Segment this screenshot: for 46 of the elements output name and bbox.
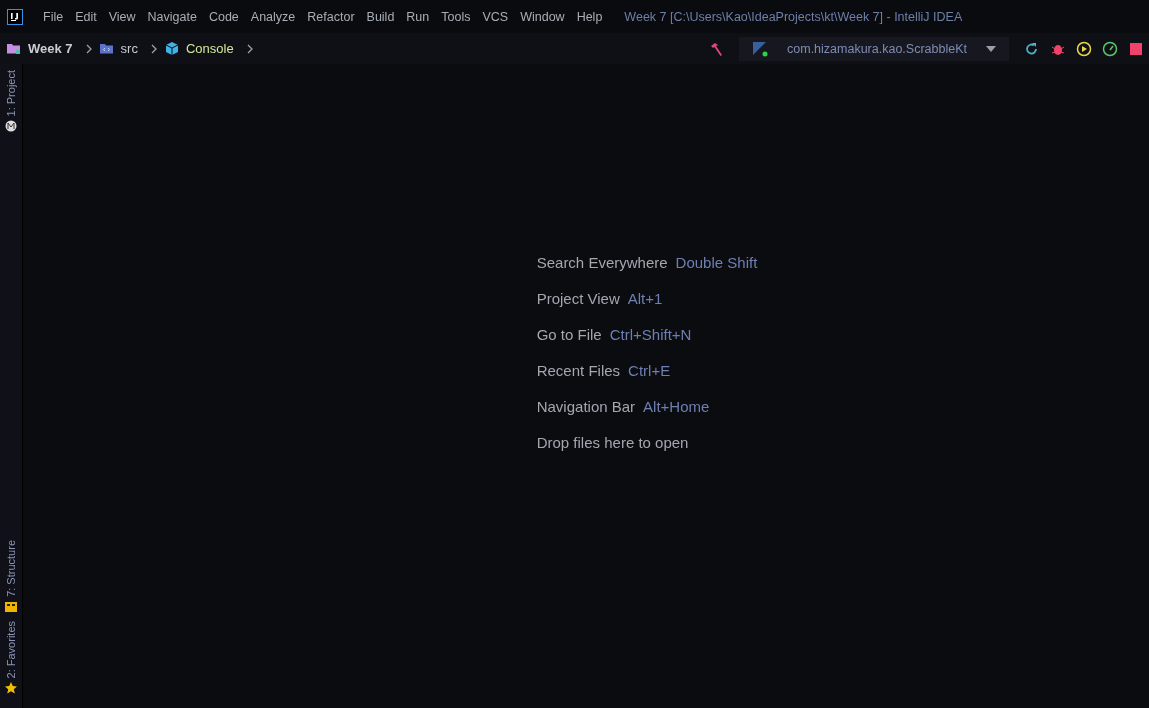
shortcut-label: Alt+Home bbox=[643, 397, 710, 415]
tool-window-tab[interactable]: 1: Project bbox=[5, 70, 17, 117]
menu-item[interactable]: Tools bbox=[435, 9, 477, 24]
star-icon bbox=[5, 682, 17, 694]
hint-action: Drop files here to open bbox=[536, 433, 689, 451]
hint-action: Search Everywhere bbox=[536, 253, 668, 271]
profiler-icon[interactable] bbox=[1102, 40, 1118, 57]
window-title: Week 7 [C:\Users\Kao\IdeaProjects\kt\Week 7] - IntelliJ IDEA bbox=[624, 9, 963, 24]
shortcut-label: Ctrl+Shift+N bbox=[609, 325, 692, 343]
chevron-icon bbox=[84, 43, 93, 54]
stop-icon[interactable] bbox=[1128, 40, 1144, 57]
menu-item[interactable]: Window bbox=[514, 9, 571, 24]
chevron-icon bbox=[149, 43, 158, 54]
hint-action: Go to File bbox=[536, 325, 602, 343]
tool-window-tab[interactable]: 7: Structure bbox=[5, 539, 17, 597]
menu-item[interactable]: Run bbox=[400, 9, 436, 24]
structure-icon bbox=[5, 600, 17, 613]
run-configuration-dropdown[interactable]: com.hizamakura.kao.ScrabbleKt bbox=[739, 36, 1009, 61]
menu-item[interactable]: Edit bbox=[69, 9, 103, 24]
menu-item[interactable]: Build bbox=[360, 9, 401, 24]
shortcut-label: Ctrl+E bbox=[628, 361, 671, 379]
menu-item[interactable]: Navigate bbox=[141, 9, 203, 24]
menu-item[interactable]: File bbox=[37, 9, 70, 24]
menu-item[interactable]: Analyze bbox=[244, 9, 302, 24]
dropdown-caret-icon bbox=[986, 45, 996, 52]
menu-item[interactable]: Code bbox=[202, 9, 245, 24]
project-icon bbox=[5, 120, 17, 133]
ij-icon bbox=[10, 12, 20, 21]
breadcrumb-item[interactable]: src bbox=[120, 41, 138, 56]
run-coverage-icon[interactable] bbox=[1076, 40, 1092, 57]
hint-action: Recent Files bbox=[536, 361, 621, 379]
menu-item[interactable]: View bbox=[102, 9, 142, 24]
menu-item[interactable]: Refactor bbox=[301, 9, 361, 24]
kotlin-icon bbox=[752, 40, 768, 57]
hint-action: Project View bbox=[536, 289, 620, 307]
module-cube-icon bbox=[163, 40, 180, 57]
hint-action: Navigation Bar bbox=[536, 397, 636, 415]
tool-window-tab[interactable]: 2: Favorites bbox=[5, 620, 17, 678]
shortcut-label: Double Shift bbox=[675, 253, 758, 271]
rerun-icon[interactable] bbox=[1024, 40, 1040, 57]
menu-item[interactable]: VCS bbox=[476, 9, 515, 24]
chevron-icon bbox=[245, 43, 254, 54]
breadcrumb-item[interactable]: Week 7 bbox=[28, 41, 73, 56]
breadcrumb-item[interactable]: Console bbox=[185, 41, 234, 56]
menu-item[interactable]: Help bbox=[570, 9, 609, 24]
shortcut-label: Alt+1 bbox=[627, 289, 663, 307]
